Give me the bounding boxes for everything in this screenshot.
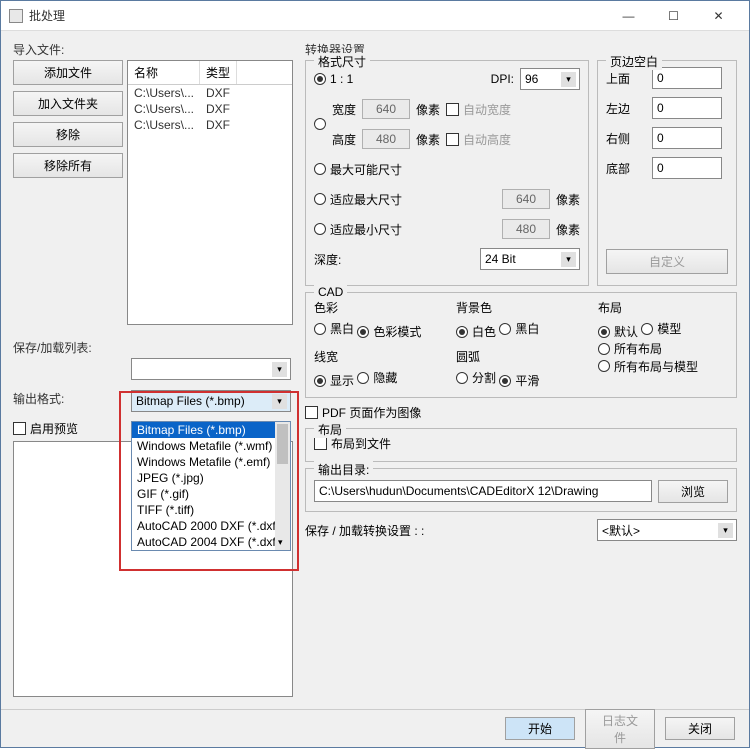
- dpi-select[interactable]: 96▾: [520, 68, 580, 90]
- ratio-11-radio[interactable]: 1 : 1: [314, 72, 353, 86]
- layout-model-radio[interactable]: 模型: [641, 320, 681, 337]
- log-button: 日志文件: [585, 709, 655, 749]
- import-files-label: 导入文件:: [13, 41, 293, 58]
- bg-white-radio[interactable]: 白色: [456, 323, 496, 340]
- add-file-button[interactable]: 添加文件: [13, 60, 123, 85]
- margins-title: 页边空白: [606, 53, 662, 70]
- save-conv-label: 保存 / 加载转换设置 : :: [305, 522, 424, 539]
- custom-margins-button: 自定义: [606, 249, 728, 274]
- depth-select[interactable]: 24 Bit▾: [480, 248, 580, 270]
- col-name: 名称: [128, 61, 200, 84]
- file-list[interactable]: 名称 类型 C:\Users\...DXF C:\Users\...DXF C:…: [127, 60, 293, 325]
- arc-split-radio[interactable]: 分割: [456, 369, 496, 386]
- color-bw-radio[interactable]: 黑白: [314, 320, 354, 337]
- save-list-label: 保存/加载列表:: [13, 339, 293, 356]
- layout-all-model-radio[interactable]: 所有布局与模型: [598, 358, 698, 375]
- dropdown-item[interactable]: Bitmap Files (*.bmp): [132, 422, 290, 438]
- outdir-label: 输出目录:: [314, 461, 373, 478]
- auto-height-checkbox: 自动高度: [446, 131, 511, 148]
- max-possible-radio[interactable]: 最大可能尺寸: [314, 161, 402, 178]
- layout-section-title: 布局: [314, 421, 346, 438]
- depth-label: 深度:: [314, 251, 341, 268]
- color-mode-radio[interactable]: 色彩模式: [357, 323, 421, 340]
- minimize-button[interactable]: —: [606, 2, 651, 30]
- pdf-as-image-checkbox[interactable]: PDF 页面作为图像: [305, 404, 421, 421]
- start-button[interactable]: 开始: [505, 717, 575, 740]
- output-format-label: 输出格式:: [13, 390, 127, 407]
- add-folder-button[interactable]: 加入文件夹: [13, 91, 123, 116]
- dropdown-item[interactable]: AutoCAD 2000 DXF (*.dxf): [132, 518, 290, 534]
- margin-right-input[interactable]: 0: [652, 127, 722, 149]
- close-button[interactable]: ✕: [696, 2, 741, 30]
- save-conv-select[interactable]: <默认>▾: [597, 519, 737, 541]
- margin-top-input[interactable]: 0: [652, 67, 722, 89]
- table-row: C:\Users\...DXF: [128, 117, 292, 133]
- app-icon: [9, 9, 23, 23]
- dropdown-item[interactable]: TIFF (*.tiff): [132, 502, 290, 518]
- browse-button[interactable]: 浏览: [658, 480, 728, 503]
- layout-all-radio[interactable]: 所有布局: [598, 340, 662, 357]
- height-input[interactable]: 480: [362, 129, 410, 149]
- width-input[interactable]: 640: [362, 99, 410, 119]
- dropdown-item[interactable]: Windows Metafile (*.emf): [132, 454, 290, 470]
- chevron-down-icon: ▾: [272, 362, 287, 377]
- maximize-button[interactable]: ☐: [651, 2, 696, 30]
- remove-all-button[interactable]: 移除所有: [13, 153, 123, 178]
- output-format-dropdown[interactable]: Bitmap Files (*.bmp) Windows Metafile (*…: [131, 421, 291, 551]
- margin-left-input[interactable]: 0: [652, 97, 722, 119]
- col-type: 类型: [200, 61, 237, 84]
- format-size-title: 格式尺寸: [314, 53, 370, 70]
- lw-show-radio[interactable]: 显示: [314, 372, 354, 389]
- window-title: 批处理: [29, 7, 606, 24]
- titlebar: 批处理 — ☐ ✕: [1, 1, 749, 31]
- output-format-select[interactable]: Bitmap Files (*.bmp) ▾: [131, 390, 291, 412]
- table-row: C:\Users\...DXF: [128, 85, 292, 101]
- fit-max-radio[interactable]: 适应最大尺寸: [314, 191, 402, 208]
- dropdown-item[interactable]: JPEG (*.jpg): [132, 470, 290, 486]
- checkbox-icon: [13, 422, 26, 435]
- auto-width-checkbox: 自动宽度: [446, 101, 511, 118]
- margin-bottom-input[interactable]: 0: [652, 157, 722, 179]
- size-wh-radio[interactable]: [314, 118, 326, 130]
- layout-default-radio[interactable]: 默认: [598, 323, 638, 340]
- lw-hide-radio[interactable]: 隐藏: [357, 369, 397, 386]
- dpi-label: DPI:: [491, 72, 514, 86]
- cad-title: CAD: [314, 285, 347, 299]
- chevron-down-icon: ▾: [272, 394, 287, 409]
- fit-min-radio[interactable]: 适应最小尺寸: [314, 221, 402, 238]
- remove-button[interactable]: 移除: [13, 122, 123, 147]
- save-list-select[interactable]: ▾: [131, 358, 291, 380]
- table-row: C:\Users\...DXF: [128, 101, 292, 117]
- bg-black-radio[interactable]: 黑白: [499, 320, 539, 337]
- close-dialog-button[interactable]: 关闭: [665, 717, 735, 740]
- dropdown-item[interactable]: AutoCAD 2004 DXF (*.dxf): [132, 534, 290, 550]
- scrollbar[interactable]: ▾: [275, 422, 290, 550]
- dropdown-item[interactable]: Windows Metafile (*.wmf): [132, 438, 290, 454]
- dropdown-item[interactable]: GIF (*.gif): [132, 486, 290, 502]
- arc-smooth-radio[interactable]: 平滑: [499, 372, 539, 389]
- outdir-input[interactable]: C:\Users\hudun\Documents\CADEditorX 12\D…: [314, 480, 652, 502]
